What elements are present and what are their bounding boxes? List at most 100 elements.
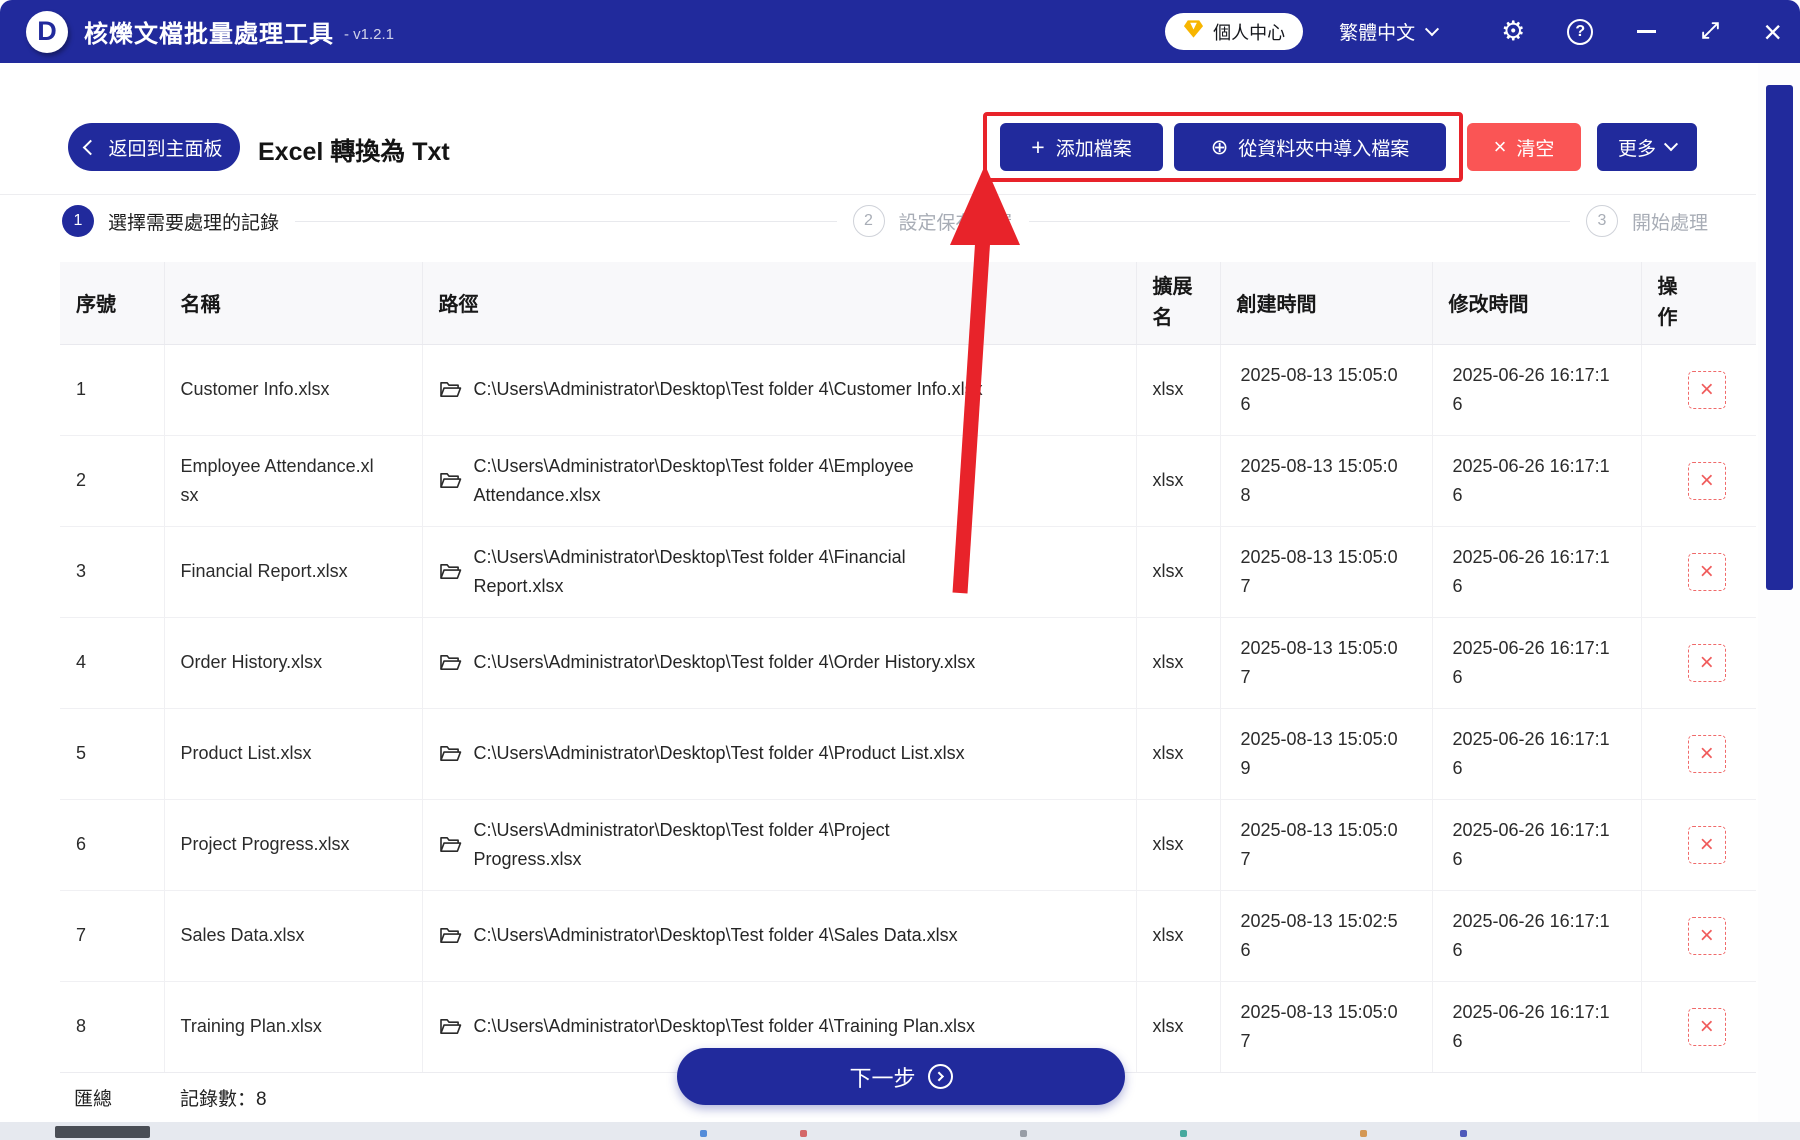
table-row: 1 Customer Info.xlsx C:\Users\Administra…	[60, 344, 1756, 436]
table-row: 4 Order History.xlsx C:\Users\Administra…	[60, 617, 1756, 709]
row-index: 7	[60, 890, 165, 982]
file-path: C:\Users\Administrator\Desktop\Test fold…	[473, 819, 890, 869]
taskbar-dot	[700, 1130, 707, 1137]
file-path-cell: C:\Users\Administrator\Desktop\Test fold…	[422, 708, 1137, 800]
created-time: 2025-08-13 15:02:56	[1220, 890, 1433, 982]
user-center-label: 個人中心	[1213, 22, 1286, 43]
step-1-circle: 1	[62, 205, 94, 237]
delete-row-button[interactable]: ×	[1687, 552, 1726, 591]
import-from-folder-button[interactable]: ⊕ 從資料夾中導入檔案	[1174, 123, 1446, 171]
main-content: 返回到主面板 Excel 轉換為 Txt + 添加檔案 ⊕ 從資料夾中導入檔案 …	[0, 63, 1800, 1122]
file-name: Financial Report.xlsx	[164, 526, 423, 618]
taskbar-sliver	[0, 1122, 1800, 1140]
delete-icon: ×	[1699, 375, 1714, 403]
created-time: 2025-08-13 15:05:07	[1220, 617, 1433, 709]
minimize-button[interactable]	[1637, 30, 1657, 33]
file-name: Project Progress.xlsx	[164, 799, 423, 891]
header-name: 名稱	[164, 262, 423, 345]
created-time: 2025-08-13 15:05:07	[1220, 526, 1433, 618]
folder-icon	[439, 835, 462, 854]
taskbar-dot	[800, 1130, 807, 1137]
chevron-left-icon	[83, 139, 99, 155]
delete-icon: ×	[1699, 830, 1714, 858]
file-extension: xlsx	[1136, 890, 1221, 982]
step-2-label: 設定保存位置	[898, 212, 1013, 234]
created-time: 2025-08-13 15:05:06	[1220, 344, 1433, 436]
record-count: 記錄數：8	[180, 1088, 267, 1110]
next-step-button[interactable]: 下一步	[677, 1048, 1125, 1105]
table-row: 7 Sales Data.xlsx C:\Users\Administrator…	[60, 890, 1756, 982]
file-table: 序號 名稱 路徑 擴展名 創建時間 修改時間 操作 1 Customer Inf…	[60, 262, 1756, 1073]
file-path-cell: C:\Users\Administrator\Desktop\Test fold…	[422, 617, 1137, 709]
titlebar: D 核爍文檔批量處理工具 - v1.2.1 個人中心 繁體中文 ⚙ ? ×	[0, 0, 1800, 63]
file-extension: xlsx	[1136, 435, 1221, 527]
row-index: 4	[60, 617, 165, 709]
header-operation: 操作	[1641, 262, 1756, 345]
taskbar-dot	[1180, 1130, 1187, 1137]
step-1: 1 選擇需要處理的記錄	[62, 205, 279, 237]
operation-cell: ×	[1641, 981, 1756, 1073]
close-button[interactable]: ×	[1763, 16, 1782, 48]
settings-button[interactable]: ⚙	[1501, 16, 1525, 47]
step-1-label: 選擇需要處理的記錄	[108, 212, 280, 234]
file-extension: xlsx	[1136, 617, 1221, 709]
clear-button[interactable]: × 清空	[1467, 123, 1581, 171]
operation-cell: ×	[1641, 344, 1756, 436]
app-logo: D	[26, 10, 68, 53]
operation-cell: ×	[1641, 799, 1756, 891]
add-files-button[interactable]: + 添加檔案	[1000, 123, 1163, 171]
scrollbar-thumb[interactable]	[1766, 85, 1793, 590]
more-label: 更多	[1617, 138, 1656, 160]
file-path: C:\Users\Administrator\Desktop\Test fold…	[473, 652, 976, 673]
header-index: 序號	[60, 262, 165, 345]
delete-row-button[interactable]: ×	[1687, 370, 1726, 409]
folder-icon	[439, 1017, 462, 1036]
help-button[interactable]: ?	[1567, 18, 1594, 45]
delete-row-button[interactable]: ×	[1687, 825, 1726, 864]
file-path: C:\Users\Administrator\Desktop\Test fold…	[473, 455, 914, 505]
modified-time: 2025-06-26 16:17:16	[1432, 526, 1642, 618]
clear-x-icon: ×	[1493, 134, 1507, 159]
file-name: Training Plan.xlsx	[164, 981, 423, 1073]
folder-icon	[439, 744, 462, 763]
more-button[interactable]: 更多	[1597, 123, 1697, 171]
clear-label: 清空	[1516, 138, 1555, 160]
file-path-cell: C:\Users\Administrator\Desktop\Test fold…	[422, 435, 1137, 527]
folder-icon	[439, 380, 462, 399]
folder-icon	[439, 562, 462, 581]
file-name: Sales Data.xlsx	[164, 890, 423, 982]
file-name: Order History.xlsx	[164, 617, 423, 709]
maximize-button[interactable]	[1700, 20, 1721, 44]
language-selector[interactable]: 繁體中文	[1339, 18, 1440, 45]
file-path-cell: C:\Users\Administrator\Desktop\Test fold…	[422, 344, 1137, 436]
user-center-button[interactable]: 個人中心	[1165, 13, 1304, 50]
delete-row-button[interactable]: ×	[1687, 461, 1726, 500]
delete-row-button[interactable]: ×	[1687, 643, 1726, 682]
summary-label: 匯總	[74, 1088, 113, 1110]
table-header-row: 序號 名稱 路徑 擴展名 創建時間 修改時間 操作	[60, 262, 1756, 345]
gear-icon: ⚙	[1501, 16, 1526, 47]
next-label: 下一步	[849, 1065, 916, 1091]
delete-icon: ×	[1699, 1012, 1714, 1040]
operation-cell: ×	[1641, 708, 1756, 800]
delete-row-button[interactable]: ×	[1687, 916, 1726, 955]
scrollbar-track[interactable]	[1758, 63, 1800, 1122]
row-index: 3	[60, 526, 165, 618]
file-extension: xlsx	[1136, 981, 1221, 1073]
file-name: Employee Attendance.xlsx	[164, 435, 423, 527]
modified-time: 2025-06-26 16:17:16	[1432, 799, 1642, 891]
file-path: C:\Users\Administrator\Desktop\Test fold…	[473, 379, 983, 400]
chevron-down-icon	[1663, 137, 1679, 152]
modified-time: 2025-06-26 16:17:16	[1432, 435, 1642, 527]
file-path-cell: C:\Users\Administrator\Desktop\Test fold…	[422, 799, 1137, 891]
folder-icon	[439, 471, 462, 490]
created-time: 2025-08-13 15:05:07	[1220, 799, 1433, 891]
header-created: 創建時間	[1220, 262, 1433, 345]
help-icon: ?	[1575, 22, 1586, 40]
table-row: 6 Project Progress.xlsx C:\Users\Adminis…	[60, 799, 1756, 891]
step-2: 2 設定保存位置	[852, 205, 1013, 237]
file-extension: xlsx	[1136, 526, 1221, 618]
delete-row-button[interactable]: ×	[1687, 1007, 1726, 1046]
delete-row-button[interactable]: ×	[1687, 734, 1726, 773]
back-to-dashboard-button[interactable]: 返回到主面板	[68, 123, 240, 171]
